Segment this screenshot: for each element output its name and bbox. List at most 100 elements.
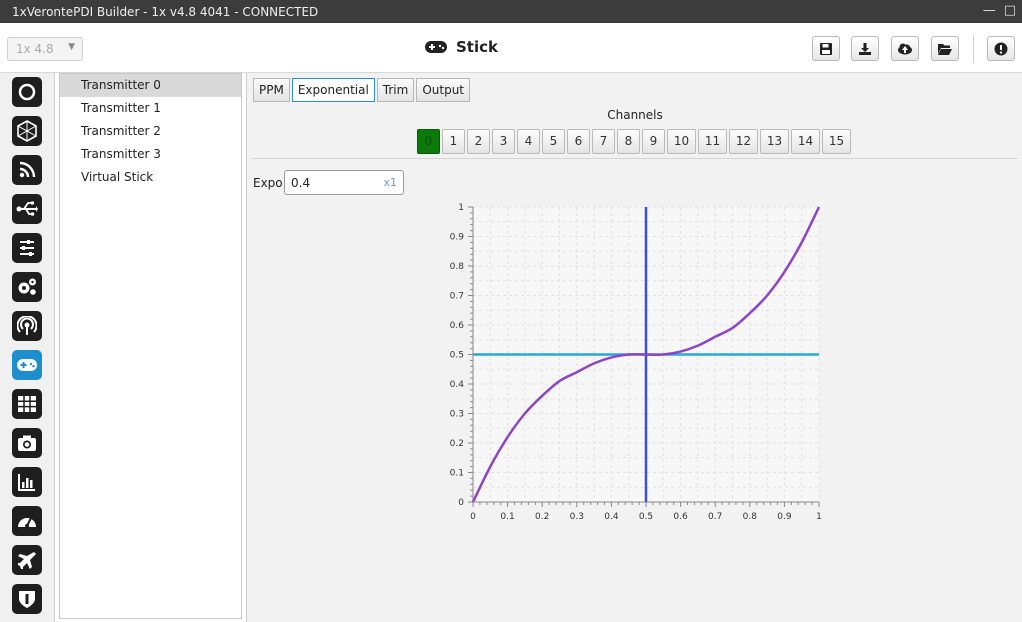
y-tick-label: 0.5	[450, 351, 464, 361]
channel-button-12[interactable]: 12	[729, 129, 758, 154]
channel-button-10[interactable]: 10	[667, 129, 696, 154]
main-panel: PPM Exponential Trim Output Channels 012…	[246, 73, 1022, 622]
version-select-value: 1x 4.8	[16, 42, 54, 56]
navigation-rail	[0, 73, 55, 622]
shield-icon	[19, 591, 35, 608]
rail-network[interactable]	[12, 116, 42, 146]
page-heading: Stick	[424, 38, 498, 56]
rail-usb[interactable]	[12, 194, 42, 224]
x-tick-label: 0	[470, 512, 476, 522]
channel-button-13[interactable]: 13	[760, 129, 789, 154]
expo-unit: x1	[383, 176, 397, 189]
y-tick-label: 0.2	[450, 439, 464, 449]
x-tick-label: 0.6	[673, 512, 688, 522]
antenna-icon	[17, 316, 37, 335]
channel-button-7[interactable]: 7	[592, 129, 615, 154]
expo-curve-chart: 0 0.1 0.2 0.3 0.4 0.5 0.6 0.7 0.8 0.9 1 0 0.1 0.2 0.3 0…	[450, 203, 822, 522]
hexagon-network-icon	[17, 120, 37, 142]
open-folder-button[interactable]	[931, 36, 959, 61]
camera-icon	[18, 435, 36, 451]
rss-icon	[19, 161, 36, 178]
version-select[interactable]: 1x 4.8 ▼	[7, 37, 83, 61]
expo-label: Expo	[253, 176, 283, 190]
window-title-bar: 1xVerontePDI Builder - 1x v4.8 4041 - CO…	[0, 0, 1022, 23]
x-tick-label: 0.5	[639, 512, 653, 522]
channel-button-4[interactable]: 4	[517, 129, 540, 154]
rail-power[interactable]	[12, 77, 42, 107]
download-button[interactable]	[851, 36, 879, 61]
gears-icon	[18, 278, 36, 295]
channel-button-9[interactable]: 9	[642, 129, 665, 154]
list-item-transmitter-0[interactable]: Transmitter 0	[60, 74, 241, 97]
gauge-icon	[18, 517, 36, 528]
y-tick-label: 0.6	[450, 321, 465, 331]
y-tick-label: 0.9	[450, 233, 465, 243]
tab-output[interactable]: Output	[416, 78, 471, 102]
bar-chart-icon	[18, 474, 35, 491]
power-icon	[18, 83, 36, 101]
rail-chart[interactable]	[12, 467, 42, 497]
window-title: 1xVerontePDI Builder - 1x v4.8 4041 - CO…	[12, 4, 319, 19]
minimize-button[interactable]: —	[983, 3, 996, 18]
tab-bar: PPM Exponential Trim Output	[253, 78, 471, 102]
toolbar: 1x 4.8 ▼ Stick	[0, 23, 1022, 73]
rail-camera[interactable]	[12, 428, 42, 458]
rail-gears[interactable]	[12, 272, 42, 302]
sliders-icon	[20, 240, 34, 256]
channel-button-8[interactable]: 8	[617, 129, 640, 154]
transmitter-list: Transmitter 0 Transmitter 1 Transmitter …	[59, 73, 242, 619]
y-tick-label: 0.4	[450, 380, 465, 390]
save-icon	[820, 42, 832, 55]
channel-button-0[interactable]: 0	[417, 129, 440, 154]
save-button[interactable]	[812, 36, 840, 61]
x-tick-label: 0.2	[535, 512, 549, 522]
cloud-upload-icon	[898, 43, 912, 54]
list-item-virtual-stick[interactable]: Virtual Stick	[60, 166, 241, 189]
channel-button-6[interactable]: 6	[567, 129, 590, 154]
channel-selector: 0 1 2 3 4 5 6 7 8 9 10 11 12 13 14 15	[417, 129, 851, 154]
rail-rss[interactable]	[12, 155, 42, 185]
rail-sliders[interactable]	[12, 233, 42, 263]
airplane-icon	[18, 552, 36, 569]
exclamation-icon	[994, 42, 1008, 55]
alert-button[interactable]	[987, 36, 1015, 61]
x-tick-label: 0.8	[743, 512, 758, 522]
x-tick-label: 0.3	[570, 512, 584, 522]
channel-button-1[interactable]: 1	[442, 129, 465, 154]
rail-shield[interactable]	[12, 584, 42, 614]
channels-label: Channels	[607, 108, 663, 122]
list-item-transmitter-1[interactable]: Transmitter 1	[60, 97, 241, 120]
maximize-button[interactable]: □	[1004, 3, 1016, 18]
rail-antenna[interactable]	[12, 311, 42, 341]
channel-button-2[interactable]: 2	[467, 129, 490, 154]
divider	[251, 158, 1017, 159]
list-item-transmitter-3[interactable]: Transmitter 3	[60, 143, 241, 166]
tab-trim[interactable]: Trim	[376, 78, 415, 102]
cloud-upload-button[interactable]	[891, 36, 919, 61]
list-item-transmitter-2[interactable]: Transmitter 2	[60, 120, 241, 143]
toolbar-separator	[973, 35, 974, 63]
expo-input[interactable]	[291, 175, 381, 190]
channel-button-5[interactable]: 5	[542, 129, 565, 154]
tab-exponential[interactable]: Exponential	[291, 78, 375, 102]
usb-icon	[16, 201, 38, 216]
rail-gauge[interactable]	[12, 506, 42, 536]
rail-airplane[interactable]	[12, 545, 42, 575]
channel-button-3[interactable]: 3	[492, 129, 515, 154]
channel-button-15[interactable]: 15	[822, 129, 851, 154]
x-tick-label: 0.7	[708, 512, 722, 522]
gamepad-icon	[17, 359, 37, 371]
download-icon	[859, 42, 871, 55]
y-tick-label: 0.3	[450, 410, 464, 420]
page-title: Stick	[456, 38, 498, 56]
rail-gamepad[interactable]	[12, 350, 42, 380]
y-tick-label: 1	[458, 203, 464, 213]
tab-ppm[interactable]: PPM	[253, 78, 290, 102]
y-tick-label: 0.8	[450, 262, 465, 272]
rail-grid[interactable]	[12, 389, 42, 419]
channel-button-11[interactable]: 11	[698, 129, 727, 154]
x-tick-label: 1	[816, 512, 822, 522]
expo-field[interactable]: x1	[284, 170, 404, 195]
y-tick-label: 0	[458, 498, 464, 508]
channel-button-14[interactable]: 14	[791, 129, 820, 154]
